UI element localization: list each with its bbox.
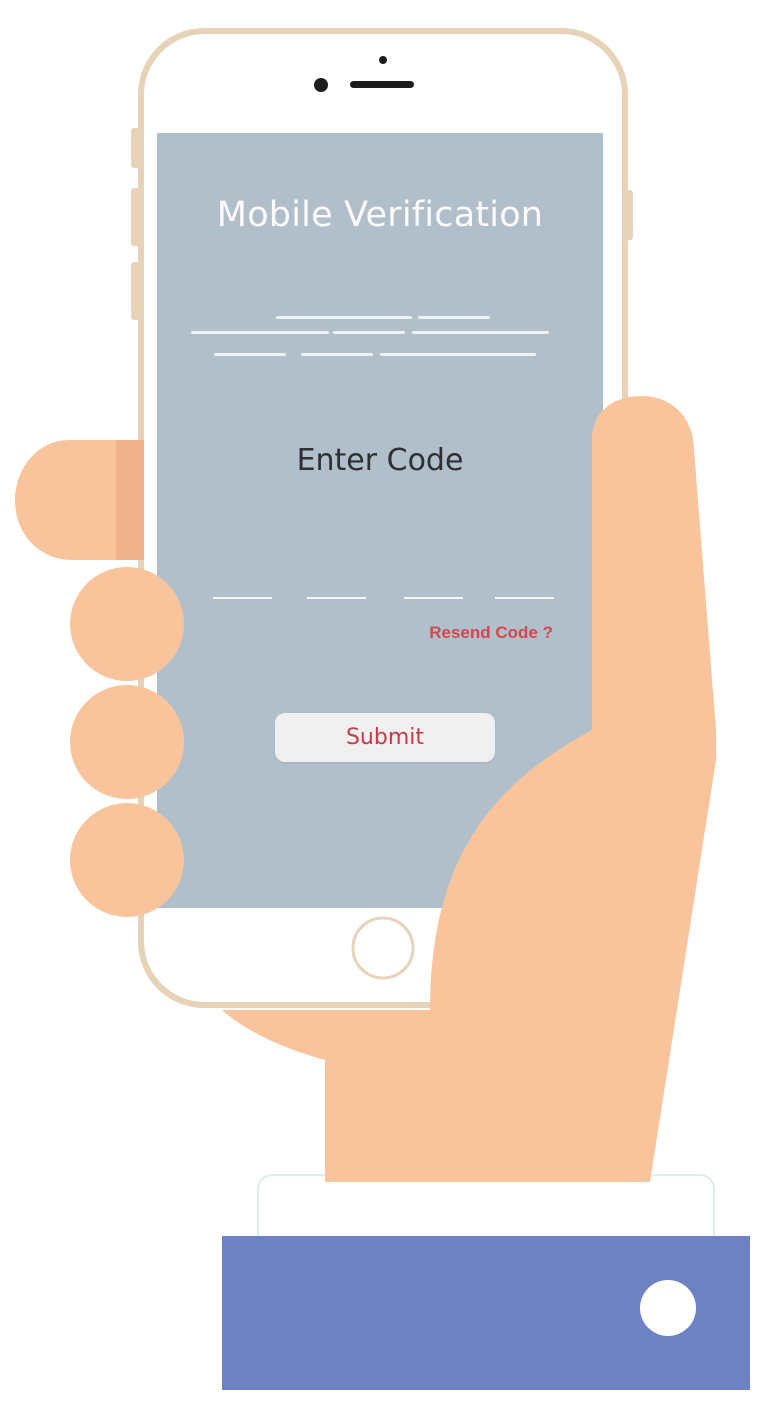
resend-code-link[interactable]: Resend Code ? — [377, 623, 553, 643]
camera-dot-icon — [314, 78, 328, 92]
sensor-dot-icon — [379, 56, 387, 64]
description-line — [412, 331, 549, 334]
description-line — [276, 316, 412, 319]
home-button-icon[interactable] — [351, 916, 415, 980]
description-line — [380, 353, 536, 356]
speaker-slot-icon — [350, 81, 414, 88]
code-digit-input-3[interactable] — [404, 597, 463, 599]
code-digit-input-2[interactable] — [307, 597, 366, 599]
palm-lower-edge — [222, 1010, 650, 1182]
description-line — [301, 353, 373, 356]
verification-screen: Mobile Verification Enter Code Resend Co… — [157, 133, 603, 908]
enter-code-label: Enter Code — [296, 443, 464, 478]
code-digit-input-4[interactable] — [495, 597, 554, 599]
sleeve-button-icon — [640, 1280, 696, 1336]
page-title: Mobile Verification — [216, 195, 544, 235]
finger-shadow — [116, 440, 144, 560]
description-line — [214, 353, 286, 356]
submit-button[interactable]: Submit — [275, 713, 495, 762]
code-digit-input-1[interactable] — [213, 597, 272, 599]
description-line — [191, 331, 329, 334]
description-line — [418, 316, 490, 319]
description-line — [333, 331, 405, 334]
